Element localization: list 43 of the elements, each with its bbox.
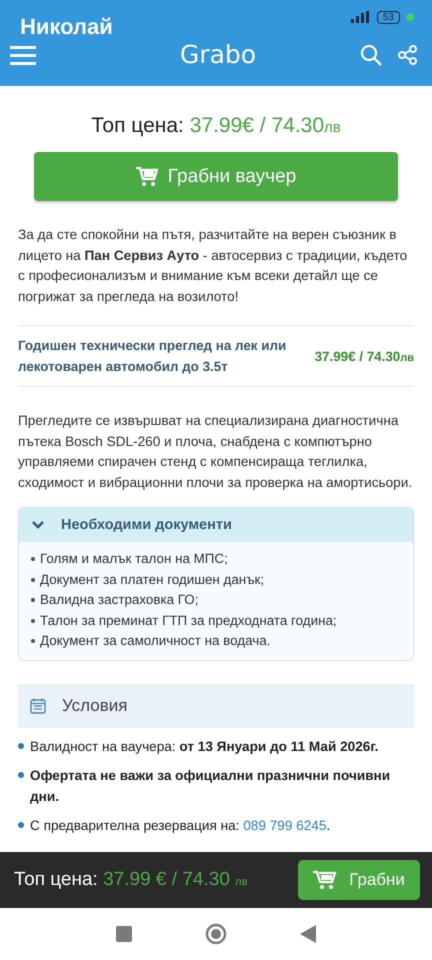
bullet-icon [18,822,24,828]
bullet-icon [31,618,35,623]
search-icon[interactable] [360,44,382,66]
cart-icon [136,166,158,186]
grab-voucher-button[interactable]: Грабни ваучер [34,152,398,201]
signal-icon [348,11,371,23]
condition-text: Валидност на ваучера: от 13 Януари до 11 Май 2026г. [30,738,378,756]
bullet-icon [18,772,24,778]
calendar-icon [30,698,46,714]
bottom-price: Топ цена: 37.99 € / 74.30 лв [14,869,248,891]
top-price: Топ цена: 37.99€ / 74.30лв [90,114,342,138]
home-icon[interactable] [204,923,227,945]
chevron-icon [31,520,45,530]
battery-indicator: 53 [376,10,400,24]
grab-button[interactable]: Грабни [298,860,420,900]
back-icon[interactable] [300,925,316,943]
bullet-icon [18,742,24,748]
intro-paragraph: За да сте спокойни на пътя, разчитайте на верен съюзник в лицето на Пан Сервиз Ауто - автосервиз с традиции, където с професионализъм и внимание към всеки детайл ще се погрижат за прегледа на возилото! [18,226,408,306]
offer-price: 37.99€ / 74.30лв [314,348,414,364]
cart-icon [313,870,338,890]
condition-text: Офертата не важи за официални празнични почивни дни. [30,766,392,806]
notification-dot-icon [406,13,414,21]
conditions-title: Условия [62,696,128,716]
bullet-icon [31,639,35,644]
share-icon[interactable] [398,44,418,64]
document-item: Документ за самоличност на водача. [40,632,270,650]
bullet-icon [31,578,35,582]
description-paragraph: Прегледите се извършват на специализирана диагностична пътека Bosch SDL-260 и плоча, снабдена с компютърно управляеми спирачен стенд с компенсираща теглилка, сходимост и вибрационни плочи за проверка на амортисьори. [18,412,414,492]
logo[interactable]: Grabo [52,40,344,69]
bullet-icon [31,598,35,602]
document-item: Голям и малък талон на МПС; [40,550,228,568]
condition-text: С предварителна резервация на: 089 799 6245. [30,816,330,835]
documents-title: Необходими документи [61,517,232,533]
recent-apps-icon[interactable] [116,926,132,942]
document-item: Валидна застраховка ГО; [40,591,198,609]
documents-header[interactable]: Необходими документи [19,508,413,542]
document-item: Документ за платен годишен данък; [40,570,264,589]
phone-link[interactable]: 089 799 6245 [243,818,326,832]
document-item: Талон за преминат ГТП за предходната година; [40,612,337,630]
overlay-caption: Николай [20,14,113,40]
offer-title[interactable]: Годишен технически преглед на лек или лекотоварен автомобил до 3.5т [18,335,305,377]
bullet-icon [31,557,35,562]
menu-icon[interactable] [10,44,36,64]
